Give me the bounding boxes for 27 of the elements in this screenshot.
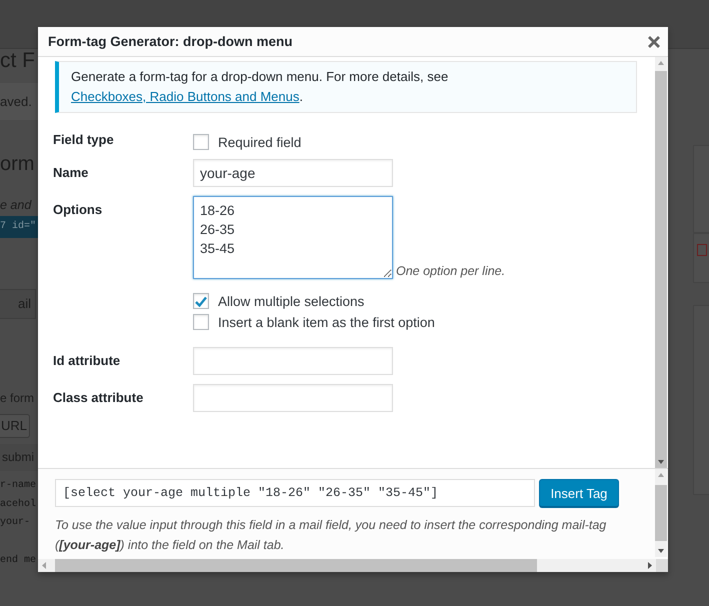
text-field[interactable]: your-age [193,159,393,187]
hint-text: One option per line. [396,264,506,279]
help-link[interactable]: Checkboxes, Radio Buttons and Menus [71,89,300,104]
close-icon[interactable] [648,36,660,48]
field-label: Field type [53,131,115,147]
square-icon [697,244,707,256]
options-field[interactable]: 18-26 26-35 35-45 [193,196,393,279]
text-field[interactable] [193,347,393,375]
notice-text: Generate a form-tag for a drop-down menu. For more details, see Checkboxes, Radio Buttons and Menus. [55,61,637,113]
scrollbar-thumb [655,485,667,541]
field-label: Name [53,164,90,180]
text-field[interactable] [193,384,393,412]
checkbox[interactable] [193,134,209,150]
checkbox[interactable] [193,293,209,309]
check-icon [195,296,207,306]
checkbox-label: Required field [218,134,302,150]
checkbox-label: Insert a blank item as the first option [218,314,435,330]
field-label: Id attribute [53,352,122,368]
dialog-title: Form-tag Generator: drop-down menu [48,34,292,49]
checkbox[interactable] [193,314,209,330]
field-label: Class attribute [53,389,144,405]
tag-field[interactable]: [select your-age multiple "18-26" "26-35" "35-45"] [55,479,535,507]
insert-tag-button[interactable]: Insert Tag [539,479,619,507]
checkbox-label: Allow multiple selections [218,294,364,308]
mail-tag-note: To use the value input through this field in a mail field, you need to insert the corresponding mail-tag ([your-age]) into the field on the Mail tab. [55,517,608,554]
field-label: Options [53,201,104,217]
shortcode-text: 7 id=" [0,216,38,238]
